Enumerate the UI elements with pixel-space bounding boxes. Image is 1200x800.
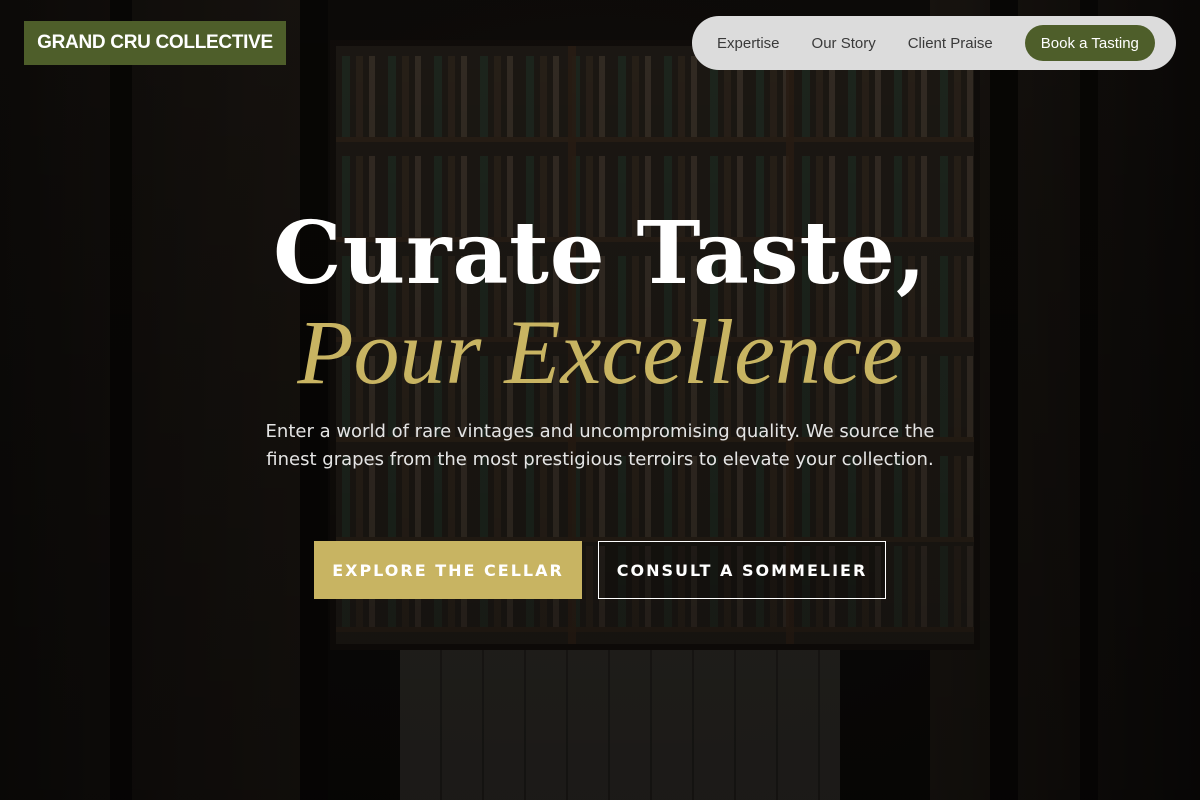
explore-cellar-button[interactable]: EXPLORE THE CELLAR bbox=[314, 541, 582, 599]
brand-logo[interactable]: GRAND CRU COLLECTIVE bbox=[24, 21, 286, 65]
book-tasting-button[interactable]: Book a Tasting bbox=[1024, 25, 1155, 61]
hero-subtitle: Enter a world of rare vintages and uncom… bbox=[265, 421, 935, 470]
top-navigation: Expertise Our Story Client Praise Book a… bbox=[692, 16, 1176, 70]
nav-link-our-story[interactable]: Our Story bbox=[812, 35, 876, 52]
hero-headline: Curate Taste, bbox=[273, 203, 927, 304]
nav-link-client-praise[interactable]: Client Praise bbox=[908, 35, 993, 52]
hero-headline-accent: Pour Excellence bbox=[297, 301, 903, 403]
consult-sommelier-button[interactable]: CONSULT A SOMMELIER bbox=[598, 541, 886, 599]
nav-link-expertise[interactable]: Expertise bbox=[717, 35, 780, 52]
